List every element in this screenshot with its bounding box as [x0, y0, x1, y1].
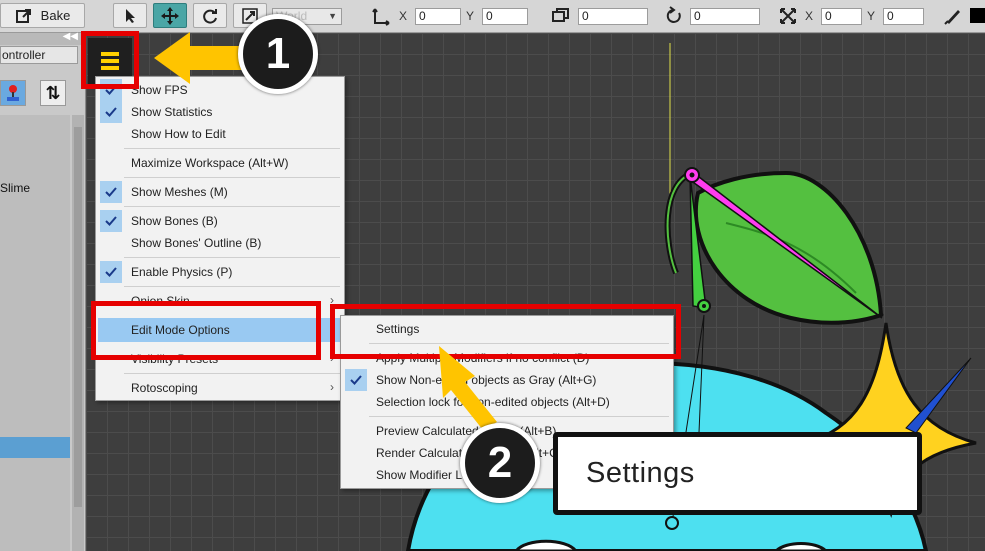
menu-item-label: Maximize Workspace (Alt+W) [131, 156, 289, 170]
menu-item-show-meshes[interactable]: Show Meshes (M) [98, 181, 342, 203]
menu-separator [124, 148, 340, 149]
checkmark-icon [345, 369, 367, 391]
cursor-icon [126, 8, 135, 23]
checkmark-icon [100, 181, 122, 203]
menu-separator [124, 257, 340, 258]
list-item[interactable]: Slime [0, 181, 30, 195]
move-icon [161, 6, 179, 25]
menu-item-enable-physics[interactable]: Enable Physics (P) [98, 261, 342, 283]
menu-separator [124, 206, 340, 207]
menu-item-label: Show Bones' Outline (B) [131, 236, 262, 250]
sort-button[interactable]: ⇅ [40, 80, 66, 106]
rotate-icon [203, 8, 217, 24]
left-panel: ◀◀ ontroller ⇅ Slime [0, 31, 86, 551]
menu-item-show-statistics[interactable]: Show Statistics [98, 101, 342, 123]
menu-item-rotoscoping[interactable]: Rotoscoping › [98, 377, 342, 399]
submenu-item-selection-lock[interactable]: Selection lock for non-edited objects (A… [343, 391, 671, 413]
color-swatch[interactable] [970, 8, 985, 23]
highlight-box-settings [330, 304, 681, 359]
joystick-icon [7, 85, 19, 101]
menu-separator [124, 177, 340, 178]
scale-axes-icon [780, 8, 796, 24]
highlight-box-edit-mode-options [91, 301, 321, 360]
checkmark-icon [100, 261, 122, 283]
menu-item-label: Show Bones (B) [131, 214, 218, 228]
arrow-left-icon [154, 32, 246, 84]
top-toolbar: Bake World ▼ X 0 Y 0 0 0 X 0 Y 0 [0, 0, 985, 33]
export-icon [15, 8, 31, 23]
move-tool-button[interactable] [153, 3, 187, 28]
menu-separator [124, 373, 340, 374]
menu-item-label: Enable Physics (P) [131, 265, 233, 279]
scale-y-input[interactable]: 0 [883, 8, 924, 25]
position-icon [372, 8, 390, 26]
rotation-input[interactable]: 0 [690, 8, 760, 25]
collapse-icon[interactable]: ◀◀ [63, 31, 78, 42]
menu-item-label: Show Statistics [131, 105, 213, 119]
bake-button[interactable]: Bake [0, 3, 85, 28]
menu-item-show-bones[interactable]: Show Bones (B) [98, 210, 342, 232]
select-tool-button[interactable] [113, 3, 147, 28]
submenu-item-show-nonedited-gray[interactable]: Show Non-edited objects as Gray (Alt+G) [343, 369, 671, 391]
depth-icon [552, 8, 569, 22]
pos-y-label: Y [466, 9, 475, 23]
arrow-up-icon [439, 346, 497, 430]
sort-arrows-icon: ⇅ [45, 82, 61, 103]
menu-item-show-bones-outline[interactable]: Show Bones' Outline (B) [98, 232, 342, 254]
brush-icon[interactable] [943, 6, 963, 26]
menu-item-label: Rotoscoping [131, 381, 198, 395]
highlight-box-menu-button [81, 31, 139, 89]
scale-x-label: X [805, 9, 814, 23]
checkmark-icon [100, 210, 122, 232]
bake-label: Bake [40, 8, 71, 23]
settings-zoom-callout: Settings [553, 432, 922, 515]
menu-item-show-how-to-edit[interactable]: Show How to Edit [98, 123, 342, 145]
chevron-right-icon: › [330, 380, 334, 394]
step-2-badge: 2 [460, 423, 540, 503]
chevron-down-icon: ▼ [328, 11, 337, 21]
depth-input[interactable]: 0 [578, 8, 648, 25]
menu-item-maximize-workspace[interactable]: Maximize Workspace (Alt+W) [98, 152, 342, 174]
scrollbar-thumb[interactable] [74, 127, 82, 507]
scale-x-input[interactable]: 0 [821, 8, 862, 25]
pos-x-label: X [399, 9, 408, 23]
panel-header-strip: ◀◀ [0, 31, 86, 45]
menu-item-label: Show How to Edit [131, 127, 226, 141]
list-item-selected[interactable] [0, 437, 70, 458]
tab-controller[interactable]: ontroller [0, 46, 78, 64]
step-1-badge: 1 [238, 14, 318, 94]
pos-y-input[interactable]: 0 [482, 8, 528, 25]
checkmark-icon [100, 101, 122, 123]
menu-separator [369, 416, 669, 417]
controller-icon-button[interactable] [0, 80, 26, 106]
menu-item-label: Show Meshes (M) [131, 185, 228, 199]
menu-separator [124, 286, 340, 287]
rotate-tool-button[interactable] [193, 3, 227, 28]
rotation-icon [666, 6, 681, 23]
scale-y-label: Y [867, 9, 876, 23]
callout-text: Settings [586, 457, 695, 489]
pos-x-input[interactable]: 0 [415, 8, 461, 25]
